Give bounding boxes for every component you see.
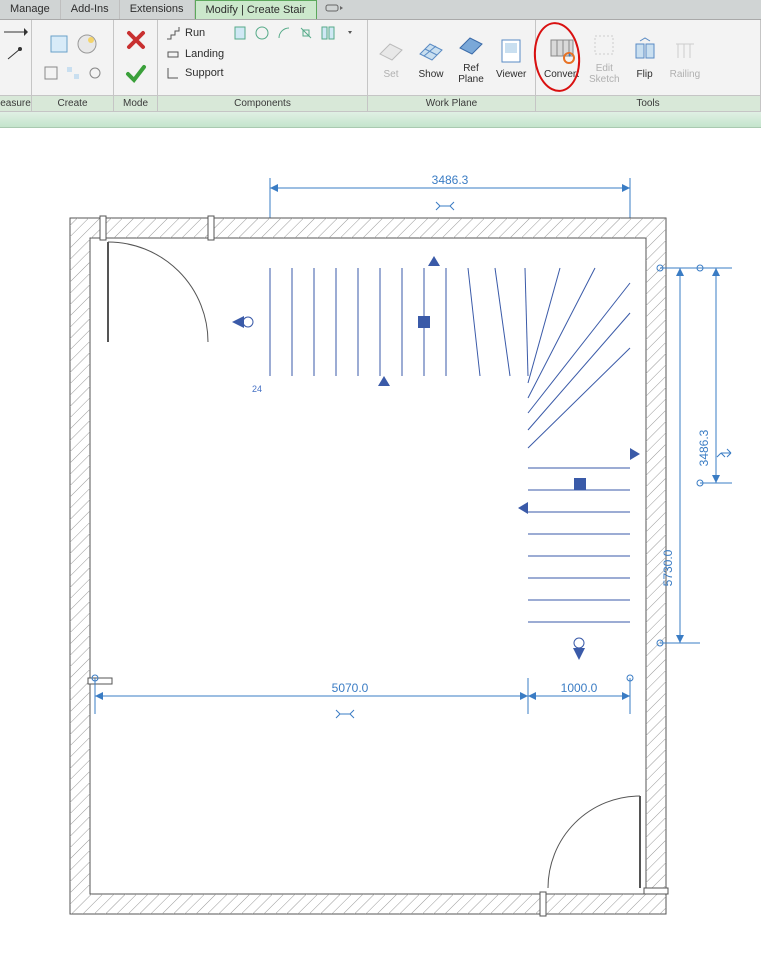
refplane-icon bbox=[456, 30, 486, 60]
panel-measure: easure bbox=[0, 20, 32, 111]
wall-outline bbox=[70, 216, 668, 916]
panel-title-components: Components bbox=[158, 95, 367, 111]
svg-text:5070.0: 5070.0 bbox=[332, 681, 369, 695]
panel-mode: Mode bbox=[114, 20, 158, 111]
viewer-button[interactable]: Viewer bbox=[492, 34, 530, 82]
dimension-top[interactable]: 3486.3 bbox=[270, 173, 630, 218]
panel-title-create: Create bbox=[32, 95, 113, 111]
viewer-icon bbox=[496, 36, 526, 66]
svg-text:1000.0: 1000.0 bbox=[561, 681, 598, 695]
tab-extensions[interactable]: Extensions bbox=[120, 0, 195, 19]
show-icon bbox=[416, 36, 446, 66]
dimension-right-upper[interactable]: 3486.3 bbox=[697, 268, 732, 483]
measure-icon[interactable] bbox=[4, 26, 28, 41]
show-label: Show bbox=[418, 69, 443, 80]
dimension-bottom-main[interactable]: 5070.0 bbox=[95, 678, 528, 718]
create-small-2[interactable] bbox=[63, 63, 83, 83]
landing-label: Landing bbox=[185, 48, 224, 60]
svg-text:24: 24 bbox=[252, 384, 262, 394]
railing-button: Railing bbox=[666, 34, 705, 82]
run-type-1[interactable] bbox=[230, 23, 250, 43]
run-button[interactable]: Run bbox=[162, 22, 363, 44]
dimension-bottom-right[interactable]: 1000.0 bbox=[528, 678, 630, 714]
tab-overflow-icon[interactable] bbox=[317, 0, 351, 19]
run-type-strip bbox=[230, 23, 360, 43]
set-label: Set bbox=[383, 69, 398, 80]
refplane-button[interactable]: Ref Plane bbox=[452, 28, 490, 87]
set-button: Set bbox=[372, 34, 410, 82]
panel-components: Run Landing Support Component bbox=[158, 20, 368, 111]
create-small-1[interactable] bbox=[41, 63, 61, 83]
panel-title-mode: Mode bbox=[114, 95, 157, 111]
svg-text:5730.0: 5730.0 bbox=[661, 549, 675, 586]
show-button[interactable]: Show bbox=[412, 34, 450, 82]
panel-tools: Convert Edit Sketch Flip Railing Tools bbox=[536, 20, 761, 111]
panel-title-workplane: Work Plane bbox=[368, 95, 535, 111]
run-type-2[interactable] bbox=[252, 23, 272, 43]
support-button[interactable]: Support bbox=[162, 64, 363, 82]
refplane-label: Ref Plane bbox=[458, 63, 484, 85]
editsketch-button: Edit Sketch bbox=[585, 28, 624, 87]
run-type-3[interactable] bbox=[274, 23, 294, 43]
convert-icon bbox=[547, 36, 577, 66]
railing-label: Railing bbox=[670, 69, 701, 80]
door-top bbox=[108, 242, 208, 342]
support-icon bbox=[165, 65, 181, 81]
svg-text:3486.3: 3486.3 bbox=[697, 429, 711, 466]
ribbon: easure Create Mode Run bbox=[0, 20, 761, 112]
tab-addins[interactable]: Add-Ins bbox=[61, 0, 120, 19]
tab-manage[interactable]: Manage bbox=[0, 0, 61, 19]
run-type-4[interactable] bbox=[296, 23, 316, 43]
flip-button[interactable]: Flip bbox=[626, 34, 664, 82]
editsketch-label: Edit Sketch bbox=[589, 63, 620, 85]
run-type-6[interactable] bbox=[340, 23, 360, 43]
flip-label: Flip bbox=[637, 69, 653, 80]
convert-button[interactable]: Convert bbox=[540, 34, 583, 82]
panel-workplane: Set Show Ref Plane Viewer Work Plane bbox=[368, 20, 536, 111]
railing-icon bbox=[670, 36, 700, 66]
measure-icon-2[interactable] bbox=[6, 47, 26, 64]
landing-button[interactable]: Landing bbox=[162, 45, 363, 63]
editsketch-icon bbox=[589, 30, 619, 60]
reference-points bbox=[92, 265, 703, 681]
set-icon bbox=[376, 36, 406, 66]
create-small-3[interactable] bbox=[85, 63, 105, 83]
support-label: Support bbox=[185, 67, 224, 79]
panel-title-tools: Tools bbox=[536, 95, 760, 111]
tab-modify-create-stair[interactable]: Modify | Create Stair bbox=[195, 0, 317, 19]
finish-icon[interactable] bbox=[124, 61, 148, 88]
flip-icon bbox=[630, 36, 660, 66]
viewer-label: Viewer bbox=[496, 69, 526, 80]
door-bottom bbox=[548, 796, 640, 888]
cancel-icon[interactable] bbox=[124, 28, 148, 55]
panel-title-measure: easure bbox=[0, 95, 31, 111]
create-icon-2[interactable] bbox=[75, 32, 99, 59]
run-icon bbox=[165, 25, 181, 41]
drawing-svg: 3486.3 bbox=[0, 148, 761, 958]
drawing-canvas[interactable]: 3486.3 bbox=[0, 148, 761, 958]
panel-create: Create bbox=[32, 20, 114, 111]
landing-icon bbox=[165, 46, 181, 62]
run-label: Run bbox=[185, 27, 205, 39]
run-type-5[interactable] bbox=[318, 23, 338, 43]
convert-label: Convert bbox=[544, 69, 579, 80]
spacer bbox=[0, 128, 761, 148]
create-icon-1[interactable] bbox=[47, 32, 71, 59]
ribbon-subbar bbox=[0, 112, 761, 128]
ribbon-tabs: Manage Add-Ins Extensions Modify | Creat… bbox=[0, 0, 761, 20]
stair[interactable]: 24 bbox=[232, 256, 640, 660]
svg-text:3486.3: 3486.3 bbox=[432, 173, 469, 187]
